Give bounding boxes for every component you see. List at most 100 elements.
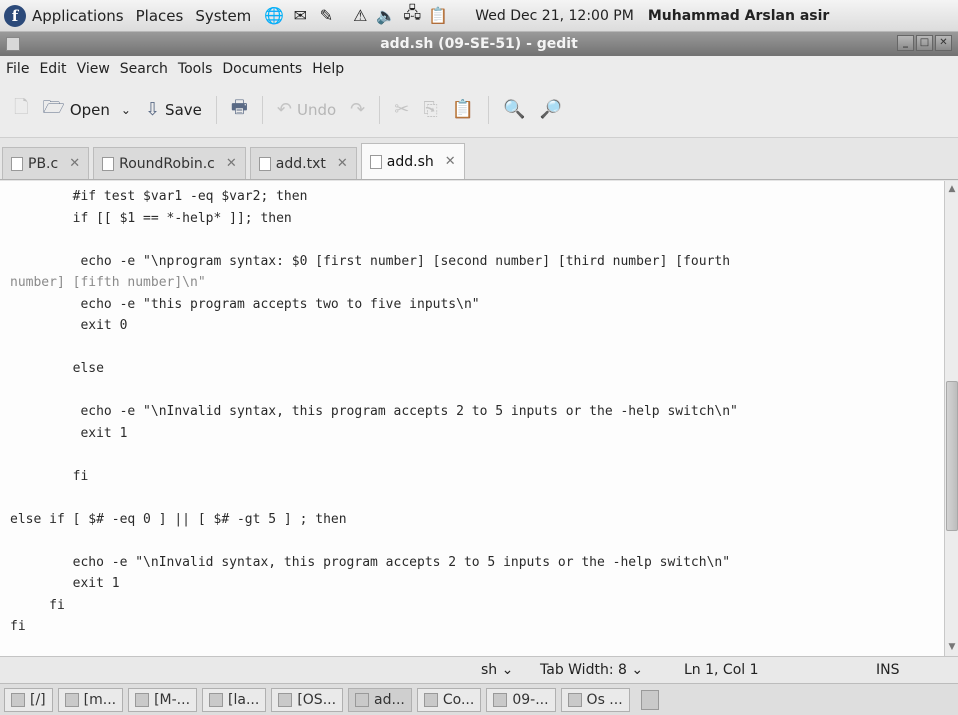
code-line: fi	[10, 597, 65, 613]
trash-icon[interactable]	[640, 689, 659, 710]
folder-open-icon: 🗁	[42, 96, 65, 118]
language-selector[interactable]: sh ⌄	[481, 662, 513, 678]
warning-icon[interactable]: ⚠	[349, 5, 371, 27]
scroll-down-icon[interactable]: ▼	[946, 641, 958, 653]
tab-label: PB.c	[28, 155, 59, 172]
minimize-button[interactable]: _	[897, 35, 914, 51]
maximize-button[interactable]: □	[916, 35, 933, 51]
menu-view[interactable]: View	[77, 61, 110, 77]
code-line: fi	[10, 619, 26, 634]
window-icon	[11, 692, 25, 707]
tab-pb-c[interactable]: PB.c ✕	[2, 147, 90, 179]
save-label: Save	[165, 100, 202, 119]
cursor-position: Ln 1, Col 1	[684, 662, 759, 678]
menu-documents[interactable]: Documents	[222, 61, 302, 77]
taskbar-item[interactable]: Os ...	[560, 687, 630, 712]
close-tab-icon[interactable]: ✕	[445, 154, 456, 169]
tab-add-sh[interactable]: add.sh ✕	[360, 143, 465, 179]
taskbar-item-label: [la...	[228, 691, 260, 708]
taskbar-item[interactable]: [la...	[202, 687, 267, 712]
redo-button[interactable]: ↷	[350, 99, 365, 120]
open-button[interactable]: 🗁 Open ⌄	[42, 95, 130, 125]
print-button[interactable]: 🖶	[231, 95, 248, 125]
find-button[interactable]: 🔍	[503, 99, 525, 120]
code-line: exit 1	[10, 576, 120, 591]
undo-label: Undo	[296, 100, 337, 119]
taskbar-item[interactable]: [M-...	[128, 687, 198, 712]
close-tab-icon[interactable]: ✕	[337, 156, 348, 171]
printer-icon: 🖶	[230, 96, 248, 118]
taskbar-item-label: ad...	[374, 691, 405, 708]
open-label: Open	[69, 100, 110, 119]
clock[interactable]: Wed Dec 21, 12:00 PM	[475, 8, 634, 24]
undo-button[interactable]: ↶ Undo	[277, 99, 336, 120]
save-icon: ⇩	[144, 99, 161, 120]
paste-button[interactable]: 📋	[452, 99, 474, 120]
menu-edit[interactable]: Edit	[39, 61, 66, 77]
menu-help[interactable]: Help	[312, 61, 344, 77]
window-icon	[64, 692, 79, 707]
code-line: echo -e "\nInvalid syntax, this program …	[10, 404, 738, 419]
scrollbar-thumb[interactable]	[946, 381, 958, 531]
window-icon	[423, 692, 438, 707]
new-document-icon: 🗋	[14, 96, 29, 118]
taskbar-item[interactable]: Co...	[416, 687, 482, 712]
file-icon	[258, 156, 271, 171]
taskbar-item-label: [/]	[30, 691, 46, 708]
text-editor-icon[interactable]: ✎	[315, 5, 337, 27]
text-editor[interactable]: #if test $var1 -eq $var2; then if [[ $1 …	[0, 181, 944, 656]
file-icon	[11, 156, 23, 171]
file-icon	[369, 154, 382, 169]
toolbar: 🗋 🗁 Open ⌄ ⇩ Save 🖶 ↶ Undo ↷ ✂ ⎘ 📋 🔍 🔎	[0, 82, 958, 138]
taskbar-item[interactable]: 09-...	[486, 687, 556, 712]
close-tab-icon[interactable]: ✕	[69, 156, 80, 171]
code-line: else if [ $# -eq 0 ] || [ $# -gt 5 ] ; t…	[10, 511, 347, 527]
applications-menu[interactable]: Applications	[32, 7, 124, 25]
cut-button[interactable]: ✂	[394, 99, 409, 120]
code-line: number] [fifth number]\n"	[10, 275, 206, 290]
taskbar-item[interactable]: [/]	[4, 687, 53, 712]
network-icon[interactable]: 🖧	[401, 3, 423, 27]
taskbar-item[interactable]: [m...	[57, 687, 124, 712]
menu-file[interactable]: File	[6, 61, 29, 77]
file-icon	[102, 156, 115, 171]
tab-add-txt[interactable]: add.txt ✕	[249, 147, 357, 179]
new-document-button[interactable]: 🗋	[14, 95, 28, 125]
menubar: File Edit View Search Tools Documents Help	[0, 56, 958, 82]
window-icon	[278, 692, 293, 707]
find-replace-button[interactable]: 🔎	[540, 99, 562, 120]
system-menu[interactable]: System	[195, 7, 251, 25]
taskbar-item[interactable]: [OS...	[271, 687, 344, 712]
menu-search[interactable]: Search	[120, 61, 168, 77]
tab-label: add.sh	[386, 153, 434, 170]
taskbar-item-label: [OS...	[297, 691, 337, 708]
toolbar-separator	[379, 95, 381, 124]
window-titlebar[interactable]: add.sh (09-SE-51) - gedit _ □ ✕	[0, 32, 958, 56]
code-line: fi	[10, 468, 89, 484]
code-line: exit 1	[10, 425, 128, 441]
places-menu[interactable]: Places	[136, 7, 184, 25]
vertical-scrollbar[interactable]: ▲ ▼	[944, 181, 958, 656]
document-tabs: PB.c ✕ RoundRobin.c ✕ add.txt ✕ add.sh ✕	[0, 138, 958, 180]
email-icon[interactable]: ✉	[289, 5, 311, 27]
clipboard-icon[interactable]: 📋	[427, 5, 449, 27]
fedora-logo-icon[interactable]: f	[4, 4, 26, 27]
window-menu-icon[interactable]	[6, 37, 20, 51]
cut-icon: ✂	[394, 99, 410, 120]
top-panel: f Applications Places System 🌐 ✉ ✎ ⚠ 🔈 🖧…	[0, 0, 958, 32]
taskbar-item[interactable]: ad...	[348, 687, 412, 712]
copy-button[interactable]: ⎘	[423, 99, 437, 120]
open-dropdown-icon[interactable]: ⌄	[121, 103, 131, 117]
browser-icon[interactable]: 🌐	[263, 5, 285, 27]
code-line: echo -e "\nInvalid syntax, this program …	[10, 554, 731, 570]
save-button[interactable]: ⇩ Save	[145, 99, 202, 120]
close-button[interactable]: ✕	[935, 35, 952, 51]
close-tab-icon[interactable]: ✕	[226, 156, 237, 171]
scroll-up-icon[interactable]: ▲	[946, 183, 958, 195]
menu-tools[interactable]: Tools	[178, 61, 213, 77]
tab-width-selector[interactable]: Tab Width: 8 ⌄	[540, 662, 643, 678]
tab-label: add.txt	[275, 155, 326, 172]
volume-icon[interactable]: 🔈	[375, 5, 397, 27]
user-name[interactable]: Muhammad Arslan asir	[648, 8, 829, 24]
tab-roundrobin-c[interactable]: RoundRobin.c ✕	[93, 147, 246, 179]
